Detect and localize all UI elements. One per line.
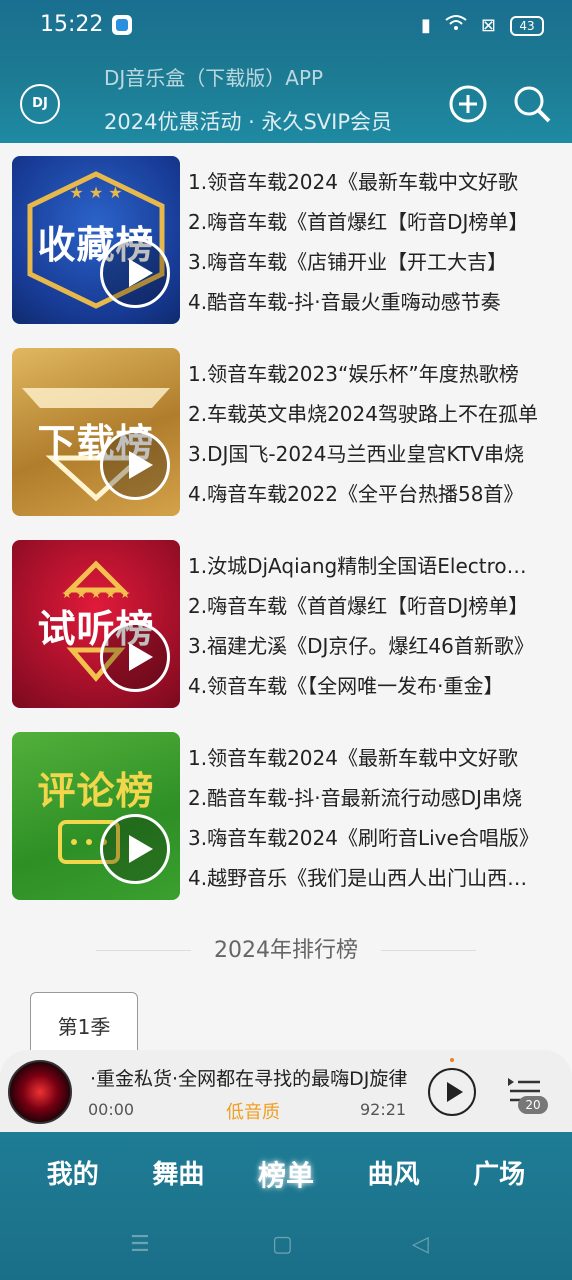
play-icon[interactable] — [100, 622, 170, 692]
queue-count-badge: 20 — [518, 1096, 548, 1114]
track-item[interactable]: 4.酷音车载-抖·音最火重嗨动感节奏 — [188, 286, 544, 326]
search-button[interactable] — [512, 84, 552, 124]
tab-mine[interactable]: 我的 — [47, 1154, 99, 1194]
bottom-nav: 我的 舞曲 榜单 曲风 广场 ☰ ▢ ◁ — [0, 1132, 572, 1280]
track-item[interactable]: 4.领音车载《【全网唯一发布·重金】 — [188, 670, 544, 710]
cover-label: 评论榜 — [37, 769, 155, 813]
plus-circle-icon — [449, 85, 487, 123]
tab-genre[interactable]: 曲风 — [368, 1154, 420, 1194]
marquee-line: DJ音乐盒（下载版）APP — [104, 66, 324, 90]
search-icon — [514, 86, 551, 123]
quality-toggle[interactable]: 低音质 — [226, 1098, 280, 1124]
progress-dot — [450, 1058, 454, 1062]
album-disc[interactable] — [8, 1060, 72, 1124]
play-icon[interactable] — [100, 814, 170, 884]
vibrate-icon: ▮ — [421, 15, 431, 36]
app-notification-icon — [112, 15, 132, 35]
track-item[interactable]: 2.车载英文串烧2024驾驶路上不在孤单 — [188, 398, 544, 438]
marquee-line: 2024优惠活动 · 永久SVIP会员 — [104, 110, 393, 132]
chart-cover[interactable]: 下载榜 — [12, 348, 180, 516]
status-icons: ▮ ⊠ 43 — [421, 14, 544, 38]
song-title: ·重金私货·全网都在寻找的最嗨DJ旋律 — [90, 1068, 408, 1090]
battery-icon: 43 — [510, 16, 544, 36]
track-list: 1.汝城DjAqiang精制全国语Electro串烧 2.嗨音车载《首首爆红【哘… — [188, 550, 544, 710]
track-item[interactable]: 2.嗨音车载《首首爆红【哘音DJ榜单】 — [188, 590, 544, 630]
track-item[interactable]: 1.领音车载2023“娱乐杯”年度热歌榜 — [188, 358, 544, 398]
tab-square[interactable]: 广场 — [473, 1154, 525, 1194]
position-time: 00:00 — [88, 1100, 135, 1119]
track-item[interactable]: 1.汝城DjAqiang精制全国语Electro串烧 — [188, 550, 544, 590]
add-button[interactable] — [448, 84, 488, 124]
back-icon[interactable]: ◁ — [412, 1232, 429, 1257]
mini-player[interactable]: ·重金私货·全网都在寻找的最嗨DJ旋律 00:00 低音质 92:21 20 — [0, 1050, 572, 1132]
chart-card-trials[interactable]: ★ ★ ★ ★ ★ 试听榜 1.汝城DjAqiang精制全国语Electro串烧… — [12, 540, 560, 708]
svg-text:★ ★ ★: ★ ★ ★ — [69, 183, 122, 202]
chart-cover[interactable]: ★ ★ ★ 收藏榜 — [12, 156, 180, 324]
chart-cover[interactable]: ★ ★ ★ ★ ★ 试听榜 — [12, 540, 180, 708]
status-bar: 15:22 ▮ ⊠ 43 — [0, 0, 572, 50]
track-list: 1.领音车载2024《最新车载中文好歌 2.嗨音车载《首首爆红【哘音DJ榜单】 … — [188, 166, 544, 326]
status-time: 15:22 — [40, 12, 104, 37]
chart-card-downloads[interactable]: 下载榜 1.领音车载2023“娱乐杯”年度热歌榜 2.车载英文串烧2024驾驶路… — [12, 348, 560, 516]
track-item[interactable]: 4.越野音乐《我们是山西人出门山西人》 — [188, 862, 544, 902]
play-icon[interactable] — [100, 238, 170, 308]
system-nav: ☰ ▢ ◁ — [0, 1232, 572, 1262]
dj-logo-icon[interactable]: DJ — [20, 84, 60, 124]
track-item[interactable]: 3.嗨音车载《店铺开业【开工大吉】 — [188, 246, 544, 286]
track-item[interactable]: 2.酷音车载-抖·音最新流行动感DJ串烧 — [188, 782, 544, 822]
sim-icon: ⊠ — [480, 15, 496, 36]
track-item[interactable]: 4.嗨音车载2022《全平台热播58首》 — [188, 478, 544, 518]
tab-charts[interactable]: 榜单 — [258, 1154, 314, 1194]
home-icon[interactable]: ▢ — [272, 1232, 293, 1257]
app-header: 15:22 ▮ ⊠ 43 DJ DJ音乐盒（下载版）APP 2024优惠活动 ·… — [0, 0, 572, 143]
wifi-icon — [445, 14, 467, 38]
chart-card-comments[interactable]: 评论榜 1.领音车载2024《最新车载中文好歌 2.酷音车载-抖·音最新流行动感… — [12, 732, 560, 900]
marquee-banner[interactable]: DJ音乐盒（下载版）APP 2024优惠活动 · 永久SVIP会员 — [104, 62, 424, 132]
chart-cover[interactable]: 评论榜 — [12, 732, 180, 900]
track-item[interactable]: 3.福建尤溪《DJ京仔。爆红46首新歌》 — [188, 630, 544, 670]
play-button[interactable] — [428, 1068, 476, 1116]
track-item[interactable]: 1.领音车载2024《最新车载中文好歌 — [188, 166, 544, 206]
duration-time: 92:21 — [360, 1100, 407, 1119]
section-title: 2024年排行榜 — [0, 932, 572, 964]
track-item[interactable]: 3.DJ国飞-2024马兰西业皇宫KTV串烧 — [188, 438, 544, 478]
chart-card-favorites[interactable]: ★ ★ ★ 收藏榜 1.领音车载2024《最新车载中文好歌 2.嗨音车载《首首爆… — [12, 156, 560, 324]
menu-icon[interactable]: ☰ — [130, 1232, 150, 1257]
track-item[interactable]: 3.嗨音车载2024《刷哘音Live合唱版》 — [188, 822, 544, 862]
play-icon[interactable] — [100, 430, 170, 500]
track-list: 1.领音车载2024《最新车载中文好歌 2.酷音车载-抖·音最新流行动感DJ串烧… — [188, 742, 544, 902]
tab-bar: 我的 舞曲 榜单 曲风 广场 — [0, 1154, 572, 1194]
track-item[interactable]: 1.领音车载2024《最新车载中文好歌 — [188, 742, 544, 782]
tab-dance[interactable]: 舞曲 — [152, 1154, 204, 1194]
track-list: 1.领音车载2023“娱乐杯”年度热歌榜 2.车载英文串烧2024驾驶路上不在孤… — [188, 358, 544, 518]
track-item[interactable]: 2.嗨音车载《首首爆红【哘音DJ榜单】 — [188, 206, 544, 246]
